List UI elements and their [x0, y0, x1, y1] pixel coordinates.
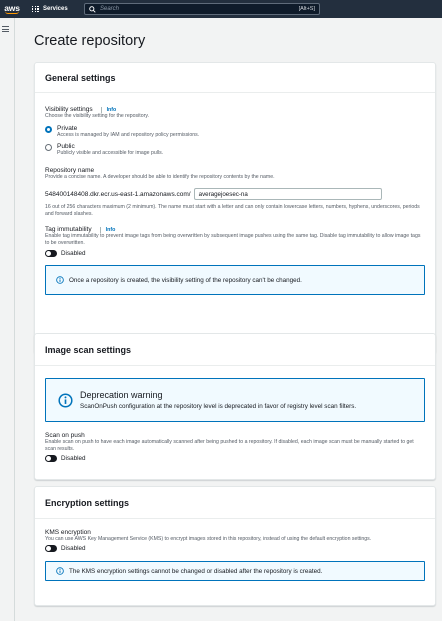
tag-immutability-desc: Enable tag immutability to prevent image…	[45, 233, 421, 246]
kms-state: Disabled	[61, 545, 86, 552]
tag-immutability-text: Tag immutability	[45, 226, 92, 233]
aws-logo[interactable]: aws	[0, 0, 24, 18]
repo-name-desc: Provide a concise name. A developer shou…	[45, 174, 275, 180]
public-label: Public	[57, 143, 75, 150]
visibility-public-radio[interactable]: Public Publicly visible and accessible f…	[45, 143, 425, 157]
visibility-info-alert: Once a repository is created, the visibi…	[45, 265, 425, 295]
tag-immutability-label: Tag immutability Info	[45, 226, 425, 233]
side-divider	[14, 18, 15, 621]
toggle-off-icon	[45, 545, 57, 552]
scan-on-push-toggle[interactable]: Disabled	[45, 455, 425, 462]
repo-name-row: 548400148408.dkr.ecr.us-east-1.amazonaws…	[45, 188, 425, 200]
services-menu-button[interactable]: Services	[32, 5, 68, 13]
tag-immutability-state: Disabled	[61, 250, 86, 257]
tag-info-link[interactable]: Info	[99, 226, 115, 233]
deprecation-warning-title: Deprecation warning	[80, 390, 163, 400]
encryption-header: Encryption settings	[35, 487, 435, 519]
search-shortcut: [Alt+S]	[298, 6, 315, 12]
kms-desc: You can use AWS Key Management Service (…	[45, 536, 372, 542]
info-circle-icon	[58, 392, 73, 408]
encryption-panel: Encryption settings KMS encryption You c…	[34, 486, 436, 606]
kms-label: KMS encryption	[45, 529, 91, 536]
scan-on-push-desc: Enable scan on push to have each image a…	[45, 439, 414, 452]
scan-on-push-label: Scan on push	[45, 432, 85, 439]
toggle-off-icon	[45, 455, 57, 462]
kms-alert-text: The KMS encryption settings cannot be ch…	[69, 567, 323, 575]
info-circle-icon	[56, 276, 64, 284]
visibility-desc: Choose the visibility setting for the re…	[45, 113, 149, 119]
private-label: Private	[57, 125, 78, 132]
services-label: Services	[43, 6, 68, 12]
repo-name-input[interactable]: averagejoesec-na	[193, 188, 382, 200]
toggle-off-icon	[45, 250, 57, 257]
repo-name-label: Repository name	[45, 167, 95, 174]
deprecation-warning-alert: Deprecation warning ScanOnPush configura…	[45, 378, 425, 422]
image-scan-panel: Image scan settings Deprecation warning …	[34, 333, 436, 480]
general-settings-panel: General settings Visibility settings Inf…	[34, 62, 436, 354]
search-placeholder: Search	[100, 6, 120, 12]
kms-toggle[interactable]: Disabled	[45, 545, 425, 552]
visibility-label-text: Visibility settings	[45, 106, 93, 113]
visibility-alert-text: Once a repository is created, the visibi…	[69, 276, 302, 284]
info-circle-icon	[56, 567, 64, 575]
public-desc: Publicly visible and accessible for imag…	[57, 150, 164, 156]
deprecation-warning-text: ScanOnPush configuration at the reposito…	[80, 403, 357, 410]
radio-unselected-icon	[45, 144, 52, 151]
radio-selected-icon	[45, 126, 52, 133]
tag-immutability-toggle[interactable]: Disabled	[45, 250, 425, 257]
scan-on-push-state: Disabled	[61, 455, 86, 462]
private-desc: Access is managed by IAM and repository …	[57, 132, 200, 138]
visibility-private-radio[interactable]: Private Access is managed by IAM and rep…	[45, 125, 425, 139]
repo-name-hint: 16 out of 256 characters maximum (2 mini…	[45, 204, 420, 217]
visibility-info-link[interactable]: Info	[100, 106, 116, 113]
search-input[interactable]: Search [Alt+S]	[84, 3, 320, 15]
image-scan-header: Image scan settings	[35, 334, 435, 366]
kms-info-alert: The KMS encryption settings cannot be ch…	[45, 561, 425, 581]
general-settings-header: General settings	[35, 63, 435, 93]
page-title: Create repository	[34, 33, 146, 49]
grid-icon	[32, 5, 39, 13]
repo-uri-prefix: 548400148408.dkr.ecr.us-east-1.amazonaws…	[45, 190, 191, 198]
visibility-label: Visibility settings Info	[45, 106, 425, 113]
menu-icon[interactable]	[2, 26, 9, 32]
top-navigation: aws Services Search [Alt+S]	[0, 0, 442, 18]
aws-smile-icon	[5, 11, 19, 14]
search-icon	[89, 5, 96, 13]
